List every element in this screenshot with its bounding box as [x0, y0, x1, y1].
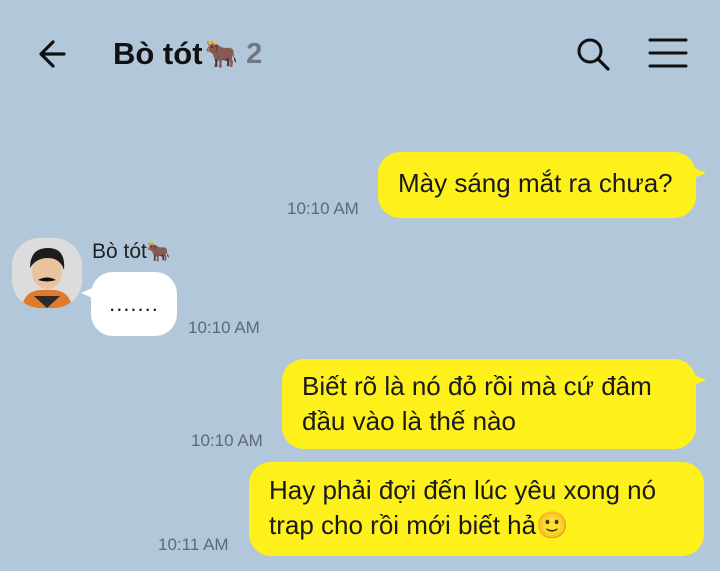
my-message-bubble[interactable]: Mày sáng mắt ra chưa?	[378, 152, 706, 218]
avatar[interactable]	[12, 238, 82, 308]
message-timestamp: 10:11 AM	[158, 535, 229, 554]
message-timestamp: 10:10 AM	[191, 431, 263, 450]
search-icon	[577, 38, 610, 71]
their-message-bubble[interactable]: .......	[81, 272, 177, 336]
ox-emoji-icon: 🐂	[204, 39, 239, 69]
message-text-line: đầu vào là thế nào	[302, 406, 516, 436]
smiley-emoji-icon: 🙂	[536, 510, 569, 540]
search-button[interactable]	[573, 34, 613, 74]
message-text-line: Hay phải đợi đến lúc yêu xong nó	[269, 475, 657, 505]
back-arrow-icon	[39, 40, 66, 68]
message-timestamp: 10:10 AM	[188, 318, 260, 337]
message-text: .......	[109, 291, 159, 316]
ox-emoji-icon: 🐂	[146, 242, 171, 263]
hamburger-menu-icon	[648, 38, 688, 68]
sender-name-text: Bò tót	[92, 240, 147, 263]
bubble-tail	[690, 166, 706, 180]
chat-header: Bò tót 🐂 2	[0, 0, 720, 105]
message-text-line: Biết rõ là nó đỏ rồi mà cứ đâm	[302, 371, 652, 401]
message-text-line: trap cho rồi mới biết hả	[269, 510, 537, 540]
my-message-bubble[interactable]: Hay phải đợi đến lúc yêu xong nó trap ch…	[249, 462, 704, 556]
chat-title: Bò tót	[113, 36, 203, 71]
back-button[interactable]	[34, 34, 74, 74]
chat-title-group[interactable]: Bò tót 🐂 2	[113, 32, 262, 76]
bubble-tail	[81, 286, 97, 300]
user-avatar-photo	[12, 238, 82, 308]
my-message-bubble[interactable]: Biết rõ là nó đỏ rồi mà cứ đâm đầu vào l…	[282, 359, 706, 449]
chat-screen: Bò tót 🐂 2 10:10 AM Mày sáng mắt ra chưa…	[0, 0, 720, 571]
message-text: Mày sáng mắt ra chưa?	[398, 168, 673, 198]
sender-name: Bò tót🐂	[92, 240, 171, 264]
message-timestamp: 10:10 AM	[287, 199, 359, 218]
menu-button[interactable]	[648, 36, 688, 70]
member-count: 2	[246, 37, 263, 70]
bubble-tail	[690, 373, 706, 387]
